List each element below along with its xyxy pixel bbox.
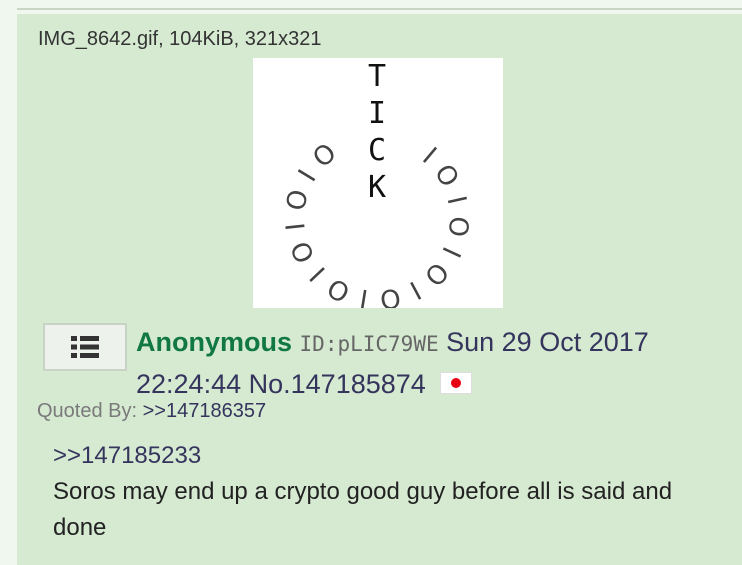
thumbnail-ring-letter: I <box>358 282 370 308</box>
message-text: Soros may end up a crypto good guy befor… <box>53 478 673 541</box>
japan-flag-icon <box>439 371 472 394</box>
thumbnail-ring-letter: O <box>378 281 403 308</box>
thumbnail-ring-letter: I <box>305 261 332 287</box>
thumbnail-ring-letter: O <box>281 187 315 214</box>
thumbnail-ring-letter: O <box>323 271 355 307</box>
thumbnail-ring-letter: I <box>281 221 312 232</box>
thumbnail-letter: C <box>368 133 386 168</box>
thumbnail-letter: I <box>368 96 386 131</box>
thumbnail-ring-letter: O <box>286 236 322 267</box>
quoted-by-label: Quoted By: <box>37 400 143 422</box>
thumbnail-ring-letter: I <box>435 242 465 262</box>
quoted-by: Quoted By: >>147186357 <box>37 400 266 423</box>
thumbnail-ring-letter: I <box>293 165 323 187</box>
thumbnail-ring-letter: I <box>405 274 426 304</box>
thumbnail-ring-letter: O <box>428 159 464 192</box>
file-info[interactable]: IMG_8642.gif, 104KiB, 321x321 <box>38 28 322 51</box>
post-number[interactable]: No.147185874 <box>249 369 426 399</box>
thumbnail-letter: T <box>368 59 386 94</box>
post-message: >>147185233 Soros may end up a crypto go… <box>53 438 713 546</box>
quote-link[interactable]: >>147185233 <box>53 438 713 474</box>
thumbnail-ring-letter: O <box>442 215 474 238</box>
thumbnail-ring-letter: I <box>416 142 441 170</box>
post-header: Anonymous ID:pLIC79WE Sun 29 Oct 2017 22… <box>136 322 736 404</box>
post-menu-button[interactable] <box>43 323 127 371</box>
tick-image: TICK IOIOIOIOIOIOIOIO <box>281 59 474 308</box>
post-thumbnail[interactable]: TICK IOIOIOIOIOIOIOIO <box>253 58 503 308</box>
thumbnail-ring-letter: O <box>418 256 454 291</box>
thumbnail-letter: K <box>368 170 386 205</box>
poster-name: Anonymous <box>136 327 293 357</box>
thumbnail-ring-letter: O <box>307 138 342 174</box>
quoted-by-link[interactable]: >>147186357 <box>143 400 266 422</box>
poster-id[interactable]: ID:pLIC79WE <box>300 332 439 356</box>
thumbnail-ring-letter: I <box>441 193 472 207</box>
top-divider <box>17 0 742 10</box>
list-icon <box>71 336 99 358</box>
post-container: IMG_8642.gif, 104KiB, 321x321 TICK IOIOI… <box>17 14 742 565</box>
